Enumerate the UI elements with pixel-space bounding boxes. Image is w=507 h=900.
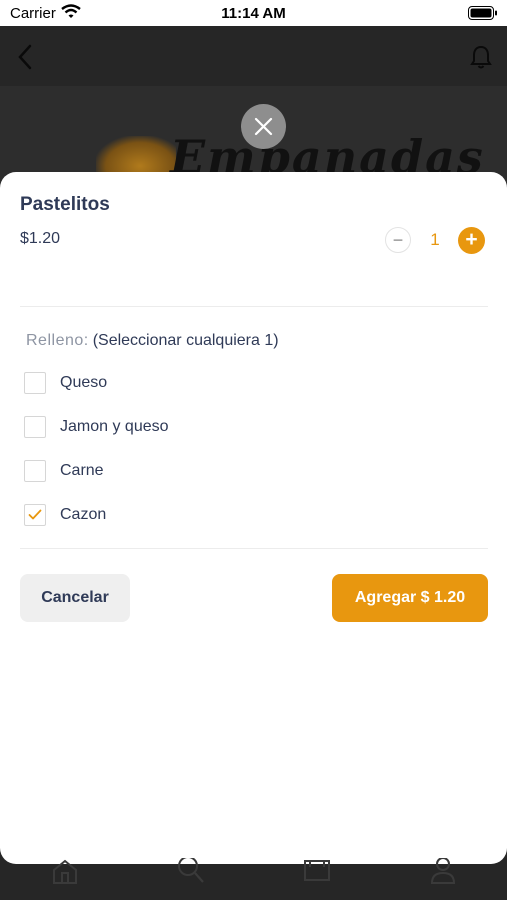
option-checkbox[interactable]	[24, 372, 46, 394]
product-price: $1.20	[20, 230, 61, 247]
option-checkbox-checked[interactable]	[24, 504, 46, 526]
option-checkbox[interactable]	[24, 416, 46, 438]
battery-icon	[468, 6, 498, 24]
option-label: Carne	[60, 462, 104, 479]
option-label: Jamon y queso	[60, 418, 169, 435]
quantity-value: 1	[430, 230, 440, 249]
orders-icon[interactable]	[302, 858, 332, 889]
options-group-label: Relleno:	[26, 332, 89, 349]
option-label: Cazon	[60, 506, 107, 523]
status-bar: Carrier 11:14 AM	[0, 0, 507, 26]
option-label: Queso	[60, 374, 108, 391]
close-icon	[241, 117, 286, 153]
cancel-button[interactable]: Cancelar	[20, 574, 130, 622]
divider	[20, 306, 488, 307]
profile-icon[interactable]	[429, 857, 457, 889]
product-title: Pastelitos	[20, 194, 110, 215]
chevron-left-icon[interactable]	[16, 44, 36, 75]
product-options-sheet: Pastelitos $1.20 − 1 + Relleno: (Seleccio…	[0, 172, 507, 864]
search-icon[interactable]	[176, 856, 206, 889]
decrease-quantity-button[interactable]: −	[385, 227, 411, 253]
add-to-cart-button[interactable]: Agregar $ 1.20	[332, 574, 488, 622]
option-checkbox[interactable]	[24, 460, 46, 482]
checkmark-icon	[28, 509, 42, 520]
app-bar	[0, 26, 507, 86]
close-button[interactable]	[241, 104, 286, 149]
home-icon[interactable]	[51, 858, 79, 889]
options-group-hint: (Seleccionar cualquiera 1)	[92, 332, 279, 349]
bell-icon[interactable]	[469, 44, 493, 75]
divider	[20, 548, 488, 549]
increase-quantity-button[interactable]: +	[458, 227, 485, 254]
clock: 11:14 AM	[221, 5, 286, 22]
options-group-title: Relleno: (Seleccionar cualquiera 1)	[26, 332, 279, 350]
